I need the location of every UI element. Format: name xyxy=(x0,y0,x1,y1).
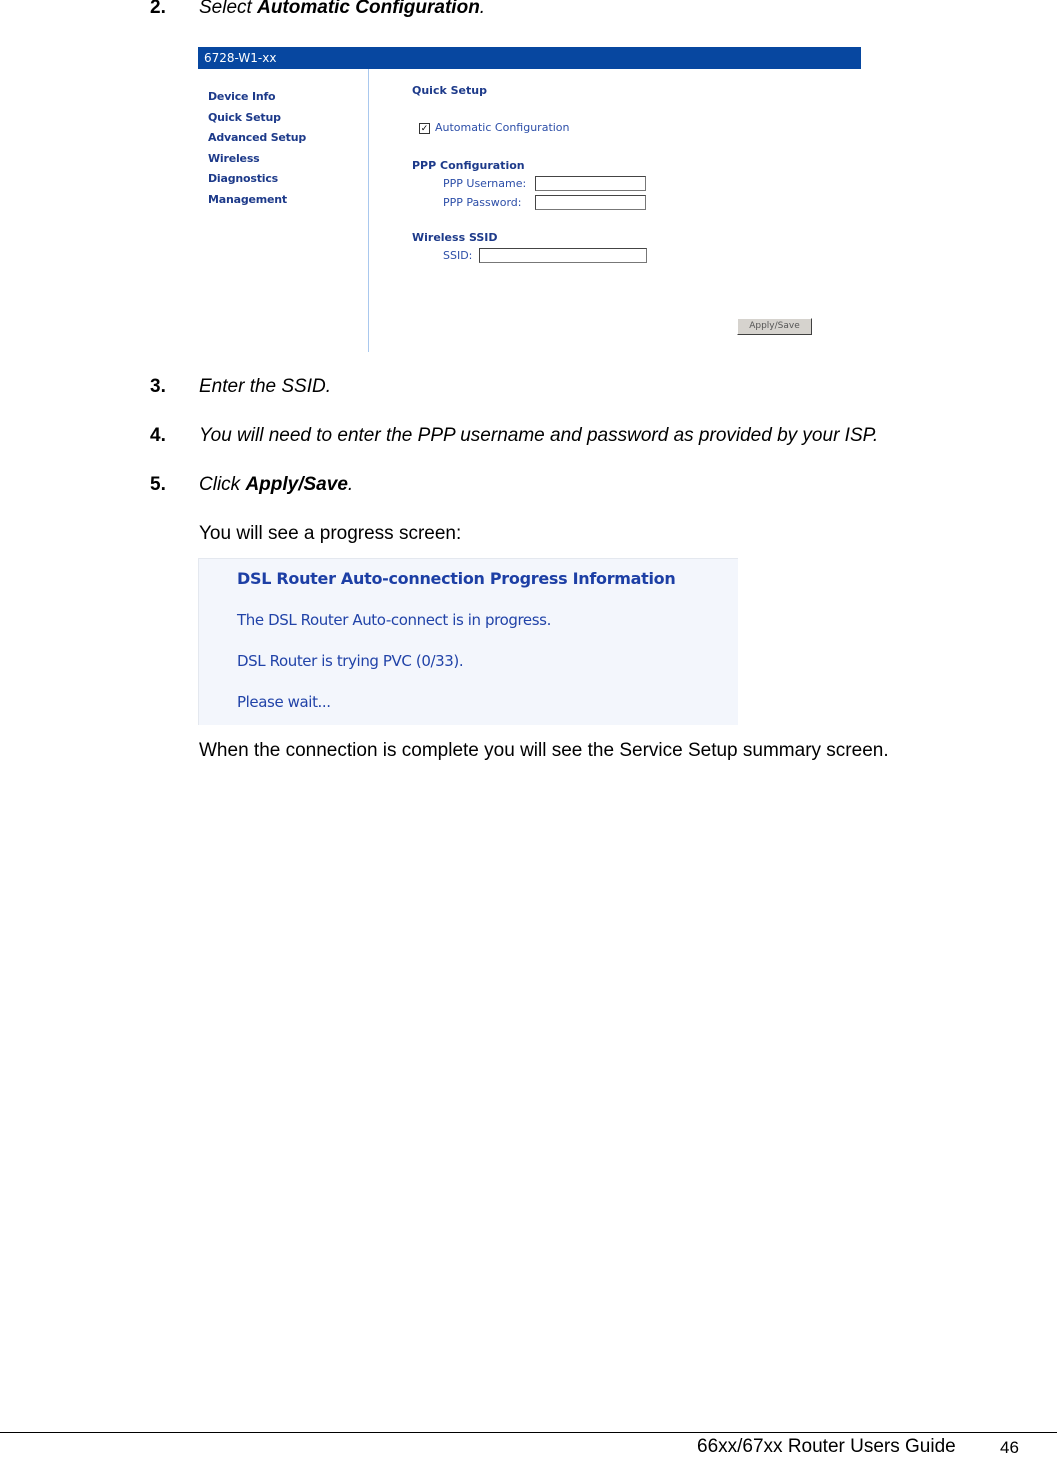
step-suffix: . xyxy=(347,474,354,495)
ppp-username-label: PPP Username: xyxy=(443,177,527,190)
progress-line: DSL Router is trying PVC (0/33). xyxy=(237,652,464,670)
step-number: 3. xyxy=(150,376,166,397)
router-title-bar: 6728-W1-xx xyxy=(198,47,861,69)
progress-line: Please wait... xyxy=(237,693,331,711)
step-number: 4. xyxy=(150,425,166,446)
quick-setup-heading: Quick Setup xyxy=(412,84,487,97)
progress-screenshot: DSL Router Auto-connection Progress Info… xyxy=(198,558,738,725)
router-quick-setup-screenshot: 6728-W1-xx Device Info Quick Setup Advan… xyxy=(198,47,861,352)
step-suffix: . xyxy=(479,0,486,18)
step-bold: Automatic Configuration xyxy=(257,0,480,18)
progress-line: The DSL Router Auto-connect is in progre… xyxy=(237,611,551,629)
nav-management[interactable]: Management xyxy=(208,192,306,213)
nav-diagnostics[interactable]: Diagnostics xyxy=(208,171,306,192)
ppp-configuration-heading: PPP Configuration xyxy=(412,159,525,172)
ssid-input[interactable] xyxy=(479,248,647,263)
step-text: You will need to enter the PPP username … xyxy=(199,425,879,446)
step-bold: Apply/Save xyxy=(245,474,348,495)
nav-quick-setup[interactable]: Quick Setup xyxy=(208,110,306,131)
step-text: Select Automatic Configuration. xyxy=(199,0,485,19)
apply-save-button[interactable]: Apply/Save xyxy=(737,318,812,335)
page-number: 46 xyxy=(1000,1438,1019,1457)
automatic-configuration-label: Automatic Configuration xyxy=(435,121,570,134)
footer-guide-title: 66xx/67xx Router Users Guide xyxy=(697,1436,956,1457)
nav-device-info[interactable]: Device Info xyxy=(208,89,306,110)
footer-divider xyxy=(0,1432,1057,1433)
step-number: 2. xyxy=(150,0,166,18)
router-sidebar-nav: Device Info Quick Setup Advanced Setup W… xyxy=(208,89,306,212)
sidebar-divider xyxy=(368,69,369,352)
step-text: Click Apply/Save. xyxy=(199,474,353,496)
step-prefix: Select xyxy=(199,0,258,18)
progress-intro-text: You will see a progress screen: xyxy=(199,523,462,544)
nav-wireless[interactable]: Wireless xyxy=(208,151,306,172)
ppp-password-label: PPP Password: xyxy=(443,196,522,209)
completion-text: When the connection is complete you will… xyxy=(199,740,889,761)
progress-title: DSL Router Auto-connection Progress Info… xyxy=(237,569,676,588)
automatic-configuration-checkbox[interactable]: ✓ xyxy=(419,123,430,134)
ssid-label: SSID: xyxy=(443,249,473,262)
step-text: Enter the SSID. xyxy=(199,376,332,397)
ppp-password-input[interactable] xyxy=(535,195,646,210)
step-prefix: Click xyxy=(199,474,246,495)
nav-advanced-setup[interactable]: Advanced Setup xyxy=(208,130,306,151)
ppp-username-input[interactable] xyxy=(535,176,646,191)
step-number: 5. xyxy=(150,474,166,495)
wireless-ssid-heading: Wireless SSID xyxy=(412,231,498,244)
